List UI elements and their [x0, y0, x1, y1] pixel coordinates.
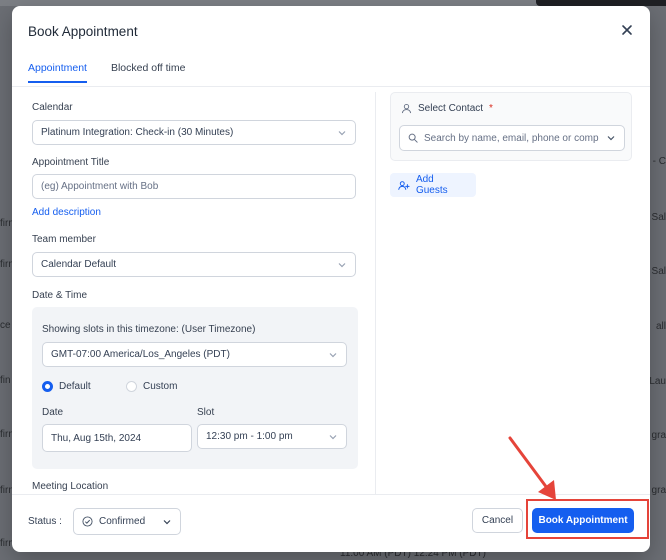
- background-text: fin: [0, 375, 11, 386]
- radio-unselected-icon: [126, 381, 137, 392]
- meeting-location-label: Meeting Location: [32, 481, 109, 492]
- add-guests-button[interactable]: Add Guests: [390, 173, 476, 197]
- radio-default[interactable]: Default: [42, 381, 91, 392]
- cancel-button[interactable]: Cancel: [472, 508, 523, 533]
- add-description-link[interactable]: Add description: [32, 207, 101, 218]
- annotation-highlight-box: [526, 499, 649, 539]
- tab-bar: Appointment Blocked off time: [28, 62, 185, 83]
- appointment-title-input[interactable]: (eg) Appointment with Bob: [32, 174, 356, 199]
- close-icon[interactable]: [620, 23, 634, 37]
- check-circle-icon: [82, 516, 93, 527]
- date-picker[interactable]: Thu, Aug 15th, 2024: [42, 424, 192, 452]
- team-member-label: Team member: [32, 234, 96, 245]
- required-mark: *: [489, 103, 493, 114]
- slot-label: Slot: [197, 407, 215, 418]
- radio-custom-label: Custom: [143, 381, 178, 392]
- modal-title: Book Appointment: [28, 24, 138, 39]
- tab-appointment[interactable]: Appointment: [28, 62, 87, 83]
- background-text: ce: [0, 320, 11, 331]
- select-contact-label: Select Contact *: [401, 103, 493, 114]
- contact-search: Search by name, email, phone or comp: [399, 125, 625, 151]
- radio-custom[interactable]: Custom: [126, 381, 177, 392]
- chevron-down-icon: [329, 434, 337, 439]
- radio-selected-icon: [42, 381, 53, 392]
- status-select[interactable]: Confirmed: [73, 508, 181, 535]
- chevron-down-icon: [338, 130, 346, 135]
- date-time-label: Date & Time: [32, 290, 88, 301]
- date-time-panel: Showing slots in this timezone: (User Ti…: [32, 307, 358, 469]
- background-text: - C: [652, 156, 666, 167]
- chevron-down-icon: [338, 262, 346, 267]
- background-text: Sal: [651, 266, 666, 277]
- background-text: gra: [651, 485, 666, 496]
- date-value: Thu, Aug 15th, 2024: [51, 432, 142, 444]
- user-icon: [401, 104, 412, 114]
- annotation-arrow-icon: [508, 436, 556, 500]
- background-text: all: [655, 321, 666, 332]
- contact-search-input[interactable]: Search by name, email, phone or comp: [399, 125, 625, 151]
- add-guests-label: Add Guests: [415, 174, 448, 196]
- select-contact-text: Select Contact: [418, 103, 484, 114]
- tabs-divider: [12, 86, 650, 87]
- timezone-value: GMT-07:00 America/Los_Angeles (PDT): [51, 349, 230, 360]
- background-text: Lau: [649, 376, 666, 387]
- status-label: Status :: [28, 516, 62, 527]
- tab-blocked-off-time[interactable]: Blocked off time: [111, 62, 186, 83]
- calendar-label: Calendar: [32, 102, 73, 113]
- timezone-select[interactable]: GMT-07:00 America/Los_Angeles (PDT): [42, 342, 347, 367]
- chevron-down-icon: [163, 519, 171, 524]
- radio-default-label: Default: [59, 381, 91, 392]
- chevron-down-icon: [607, 136, 615, 141]
- timezone-label: Showing slots in this timezone: (User Ti…: [42, 324, 256, 335]
- column-divider: [375, 92, 376, 494]
- background-text: gra: [651, 430, 666, 441]
- status-value: Confirmed: [99, 516, 146, 527]
- search-icon: [408, 133, 418, 143]
- date-label: Date: [42, 407, 64, 418]
- slot-value: 12:30 pm - 1:00 pm: [206, 431, 293, 442]
- title-placeholder: (eg) Appointment with Bob: [41, 181, 159, 192]
- contact-search-placeholder: Search by name, email, phone or comp: [424, 132, 599, 144]
- slot-select[interactable]: 12:30 pm - 1:00 pm: [197, 424, 347, 449]
- team-member-select[interactable]: Calendar Default: [32, 252, 356, 277]
- background-text: Sal: [651, 212, 666, 223]
- appointment-form: Calendar Platinum Integration: Check-in …: [26, 92, 364, 492]
- chevron-down-icon: [329, 352, 337, 357]
- calendar-select[interactable]: Platinum Integration: Check-in (30 Minut…: [32, 120, 356, 145]
- select-contact-panel: Select Contact * Search by name, email, …: [390, 92, 632, 161]
- calendar-value: Platinum Integration: Check-in (30 Minut…: [41, 127, 234, 138]
- team-member-value: Calendar Default: [41, 259, 117, 270]
- title-label: Appointment Title: [32, 157, 110, 168]
- add-user-icon: [398, 180, 410, 190]
